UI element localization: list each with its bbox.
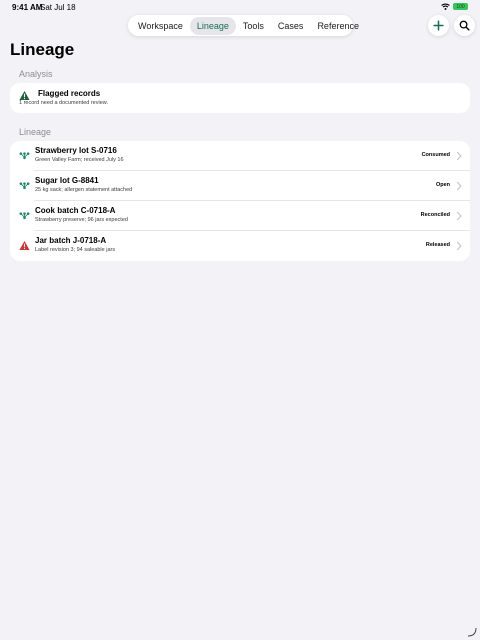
warning-icon bbox=[19, 241, 30, 250]
status-badge: Consumed bbox=[421, 152, 450, 158]
status-icons: 100 bbox=[441, 3, 468, 10]
tab-tools[interactable]: Tools bbox=[236, 17, 271, 35]
lineage-row-title: Cook batch C-0718-A bbox=[35, 206, 116, 215]
chevron-right-icon bbox=[456, 211, 462, 221]
search-button[interactable] bbox=[454, 15, 475, 36]
lineage-row-cook-batch[interactable]: Cook batch C-0718-A Strawberry preserve;… bbox=[10, 201, 470, 231]
lineage-row-sugar-lot[interactable]: Sugar lot G-8841 25 kg sack; allergen st… bbox=[10, 171, 470, 201]
lineage-icon bbox=[19, 212, 30, 220]
lineage-row-jar-batch[interactable]: Jar batch J-0718-A Label revision 3; 94 … bbox=[10, 231, 470, 261]
lineage-row-title: Strawberry lot S-0716 bbox=[35, 146, 117, 155]
lineage-row-strawberry-lot[interactable]: Strawberry lot S-0716 Green Valley Farm;… bbox=[10, 141, 470, 171]
tab-workspace[interactable]: Workspace bbox=[131, 17, 190, 35]
flagged-records-title: Flagged records bbox=[38, 89, 101, 98]
lineage-row-subtitle: Label revision 3; 94 saleable jars bbox=[35, 247, 116, 253]
status-badge: Released bbox=[425, 242, 450, 248]
lineage-row-subtitle: Green Valley Farm; received July 16 bbox=[35, 157, 124, 163]
search-icon bbox=[459, 20, 470, 31]
battery-icon: 100 bbox=[453, 3, 468, 10]
chevron-right-icon bbox=[456, 181, 462, 191]
page-title: Lineage bbox=[10, 40, 75, 59]
status-time: 9:41 AM bbox=[12, 3, 43, 12]
tab-reference[interactable]: Reference bbox=[310, 17, 366, 35]
flagged-records-subtitle: 1 record need a documented review. bbox=[19, 100, 108, 106]
wifi-icon bbox=[441, 3, 450, 10]
lineage-icon bbox=[19, 152, 30, 160]
lineage-list: Strawberry lot S-0716 Green Valley Farm;… bbox=[10, 141, 470, 261]
add-button[interactable] bbox=[428, 15, 449, 36]
lineage-row-title: Sugar lot G-8841 bbox=[35, 176, 99, 185]
flagged-records-card[interactable]: Flagged records 1 record need a document… bbox=[10, 83, 470, 113]
plus-icon bbox=[433, 20, 444, 31]
lineage-section-header: Lineage bbox=[19, 127, 52, 137]
chevron-right-icon bbox=[456, 241, 462, 251]
tab-cases[interactable]: Cases bbox=[271, 17, 311, 35]
segmented-control: Workspace Lineage Tools Cases Reference bbox=[128, 15, 359, 36]
lineage-row-title: Jar batch J-0718-A bbox=[35, 236, 107, 245]
battery-level: 100 bbox=[456, 3, 465, 10]
chevron-right-icon bbox=[456, 151, 462, 161]
status-date: Sat Jul 18 bbox=[40, 3, 76, 12]
status-bar: 9:41 AM Sat Jul 18 100 bbox=[0, 0, 480, 16]
status-badge: Open bbox=[435, 182, 450, 188]
lineage-icon bbox=[19, 182, 30, 190]
resize-handle-icon[interactable] bbox=[467, 627, 477, 637]
analysis-section-header: Analysis bbox=[19, 69, 53, 79]
lineage-row-subtitle: Strawberry preserve; 96 jars expected bbox=[35, 217, 128, 223]
tab-lineage[interactable]: Lineage bbox=[189, 16, 236, 35]
status-badge: Reconciled bbox=[420, 212, 450, 218]
lineage-row-subtitle: 25 kg sack; allergen statement attached bbox=[35, 187, 133, 193]
